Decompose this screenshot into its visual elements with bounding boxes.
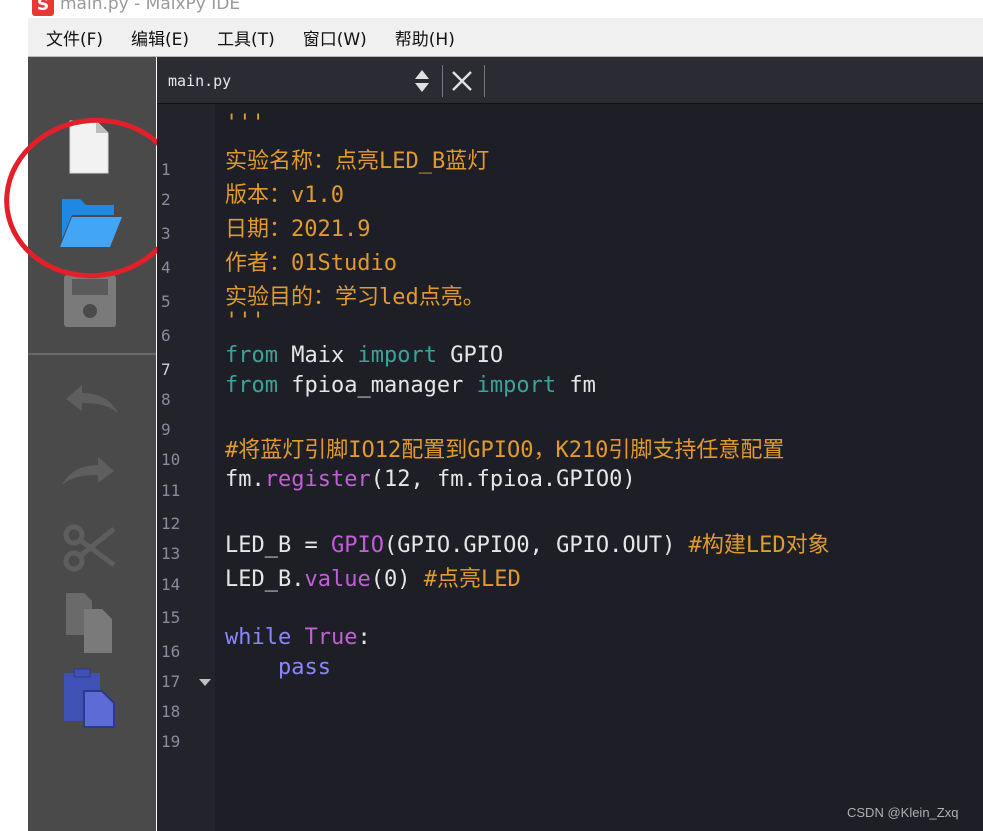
line-number: 4 bbox=[161, 258, 171, 277]
keyword-token: from bbox=[225, 373, 278, 398]
editor-tab-bar: main.py bbox=[157, 57, 983, 104]
menu-edit[interactable]: 编辑(E) bbox=[121, 25, 199, 50]
keyword-token: True bbox=[291, 625, 358, 650]
function-token: register bbox=[264, 467, 371, 492]
code-line: from fpioa_manager import fm bbox=[225, 373, 596, 398]
close-icon[interactable] bbox=[451, 70, 473, 92]
code-token: (GPIO.GPIO0, GPIO.OUT) bbox=[383, 533, 689, 558]
code-line: #将蓝灯引脚IO12配置到GPIO0，K210引脚支持任意配置 bbox=[225, 438, 785, 463]
line-number: 13 bbox=[161, 544, 181, 563]
tab-divider bbox=[442, 65, 443, 97]
left-toolbar bbox=[28, 57, 156, 831]
code-line: 版本：v1.0 bbox=[225, 183, 344, 208]
toolbar-separator bbox=[28, 353, 156, 355]
code-line: from Maix import GPIO bbox=[225, 343, 503, 368]
code-token: GPIO bbox=[436, 343, 504, 368]
code-line: LED_B = GPIO(GPIO.GPIO0, GPIO.OUT) #构建LE… bbox=[225, 527, 830, 559]
line-number: 18 bbox=[161, 702, 181, 721]
code-line: while True: bbox=[225, 625, 371, 650]
line-number: 5 bbox=[161, 292, 171, 311]
line-number: 3 bbox=[161, 224, 171, 243]
code-line: 作者：01Studio bbox=[225, 251, 397, 276]
line-number: 12 bbox=[161, 514, 181, 533]
line-number: 19 bbox=[161, 732, 181, 751]
code-token: LED_B = bbox=[225, 533, 331, 558]
line-number: 9 bbox=[161, 420, 171, 439]
keyword-token: import bbox=[476, 373, 557, 398]
paste-button[interactable] bbox=[56, 663, 124, 731]
copy-icon bbox=[66, 593, 112, 653]
code-token: fm. bbox=[225, 467, 265, 492]
line-number-current: 7 bbox=[161, 360, 171, 379]
menu-file[interactable]: 文件(F) bbox=[36, 25, 113, 50]
window-title: main.py - MaixPy IDE bbox=[60, 0, 241, 14]
line-number: 16 bbox=[161, 642, 181, 661]
undo-button[interactable] bbox=[56, 369, 124, 437]
cut-icon bbox=[63, 524, 116, 572]
code-token: : bbox=[357, 625, 371, 650]
file-tab-name[interactable]: main.py bbox=[168, 72, 231, 90]
open-file-button[interactable] bbox=[56, 187, 124, 255]
code-line: ''' bbox=[225, 111, 265, 136]
line-number: 6 bbox=[161, 326, 171, 345]
watermark: CSDN @Klein_Zxq bbox=[847, 805, 959, 820]
code-line: ''' bbox=[225, 309, 265, 334]
menu-window[interactable]: 窗口(W) bbox=[293, 25, 377, 50]
save-icon bbox=[64, 275, 116, 327]
copy-button[interactable] bbox=[56, 587, 124, 655]
line-number: 11 bbox=[161, 481, 181, 500]
line-number-gutter: 1 2 3 4 5 6 7 8 9 10 11 12 13 14 15 16 1… bbox=[157, 104, 215, 831]
save-button[interactable] bbox=[56, 267, 124, 335]
tab-switch-icon[interactable] bbox=[413, 68, 431, 94]
line-number: 15 bbox=[161, 608, 181, 627]
comment-token: #点亮LED bbox=[423, 567, 521, 592]
code-line: fm.register(12, fm.fpioa.GPIO0) bbox=[225, 467, 636, 492]
code-line: 实验名称：点亮LED_B蓝灯 bbox=[225, 149, 490, 174]
menu-tools[interactable]: 工具(T) bbox=[207, 25, 285, 50]
keyword-token: import bbox=[357, 343, 437, 368]
function-token: value bbox=[304, 567, 371, 592]
code-token: Maix bbox=[277, 343, 358, 368]
code-token: fpioa_manager bbox=[277, 373, 477, 398]
line-number: 14 bbox=[161, 575, 181, 594]
code-token: LED_B. bbox=[225, 567, 305, 592]
line-number: 8 bbox=[161, 390, 171, 409]
line-number: 10 bbox=[161, 450, 181, 469]
code-token: (0) bbox=[370, 567, 424, 592]
code-token: (12, fm.fpioa.GPIO0) bbox=[370, 467, 636, 492]
open-folder-icon bbox=[60, 199, 122, 247]
line-number: 1 bbox=[161, 160, 171, 179]
keyword-token: from bbox=[225, 343, 278, 368]
redo-button[interactable] bbox=[56, 441, 124, 509]
menu-bar: 文件(F) 编辑(E) 工具(T) 窗口(W) 帮助(H) bbox=[28, 18, 983, 57]
tab-divider bbox=[484, 65, 485, 97]
code-line: 日期：2021.9 bbox=[225, 217, 371, 242]
app-logo-icon: S bbox=[32, 0, 54, 16]
comment-token: #构建LED对象 bbox=[688, 533, 830, 558]
title-bar: S main.py - MaixPy IDE bbox=[0, 0, 983, 16]
redo-icon bbox=[62, 457, 114, 485]
cut-button[interactable] bbox=[56, 513, 124, 581]
menu-help[interactable]: 帮助(H) bbox=[385, 25, 465, 50]
undo-icon bbox=[66, 385, 118, 413]
new-file-icon bbox=[69, 120, 109, 174]
code-line: pass bbox=[225, 655, 331, 680]
fold-toggle-icon[interactable] bbox=[199, 679, 211, 686]
keyword-token: while bbox=[225, 625, 292, 650]
paste-icon bbox=[64, 668, 115, 728]
line-number: 2 bbox=[161, 190, 171, 209]
code-token: fm bbox=[556, 373, 596, 398]
new-file-button[interactable] bbox=[56, 113, 124, 181]
editor-pane: main.py 1 2 3 4 5 6 7 8 9 10 11 12 13 14… bbox=[157, 57, 983, 831]
function-token: GPIO bbox=[330, 533, 384, 558]
code-line: 实验目的：学习led点亮。 bbox=[225, 285, 485, 310]
line-number: 17 bbox=[161, 672, 181, 691]
code-line: LED_B.value(0) #点亮LED bbox=[225, 561, 521, 593]
